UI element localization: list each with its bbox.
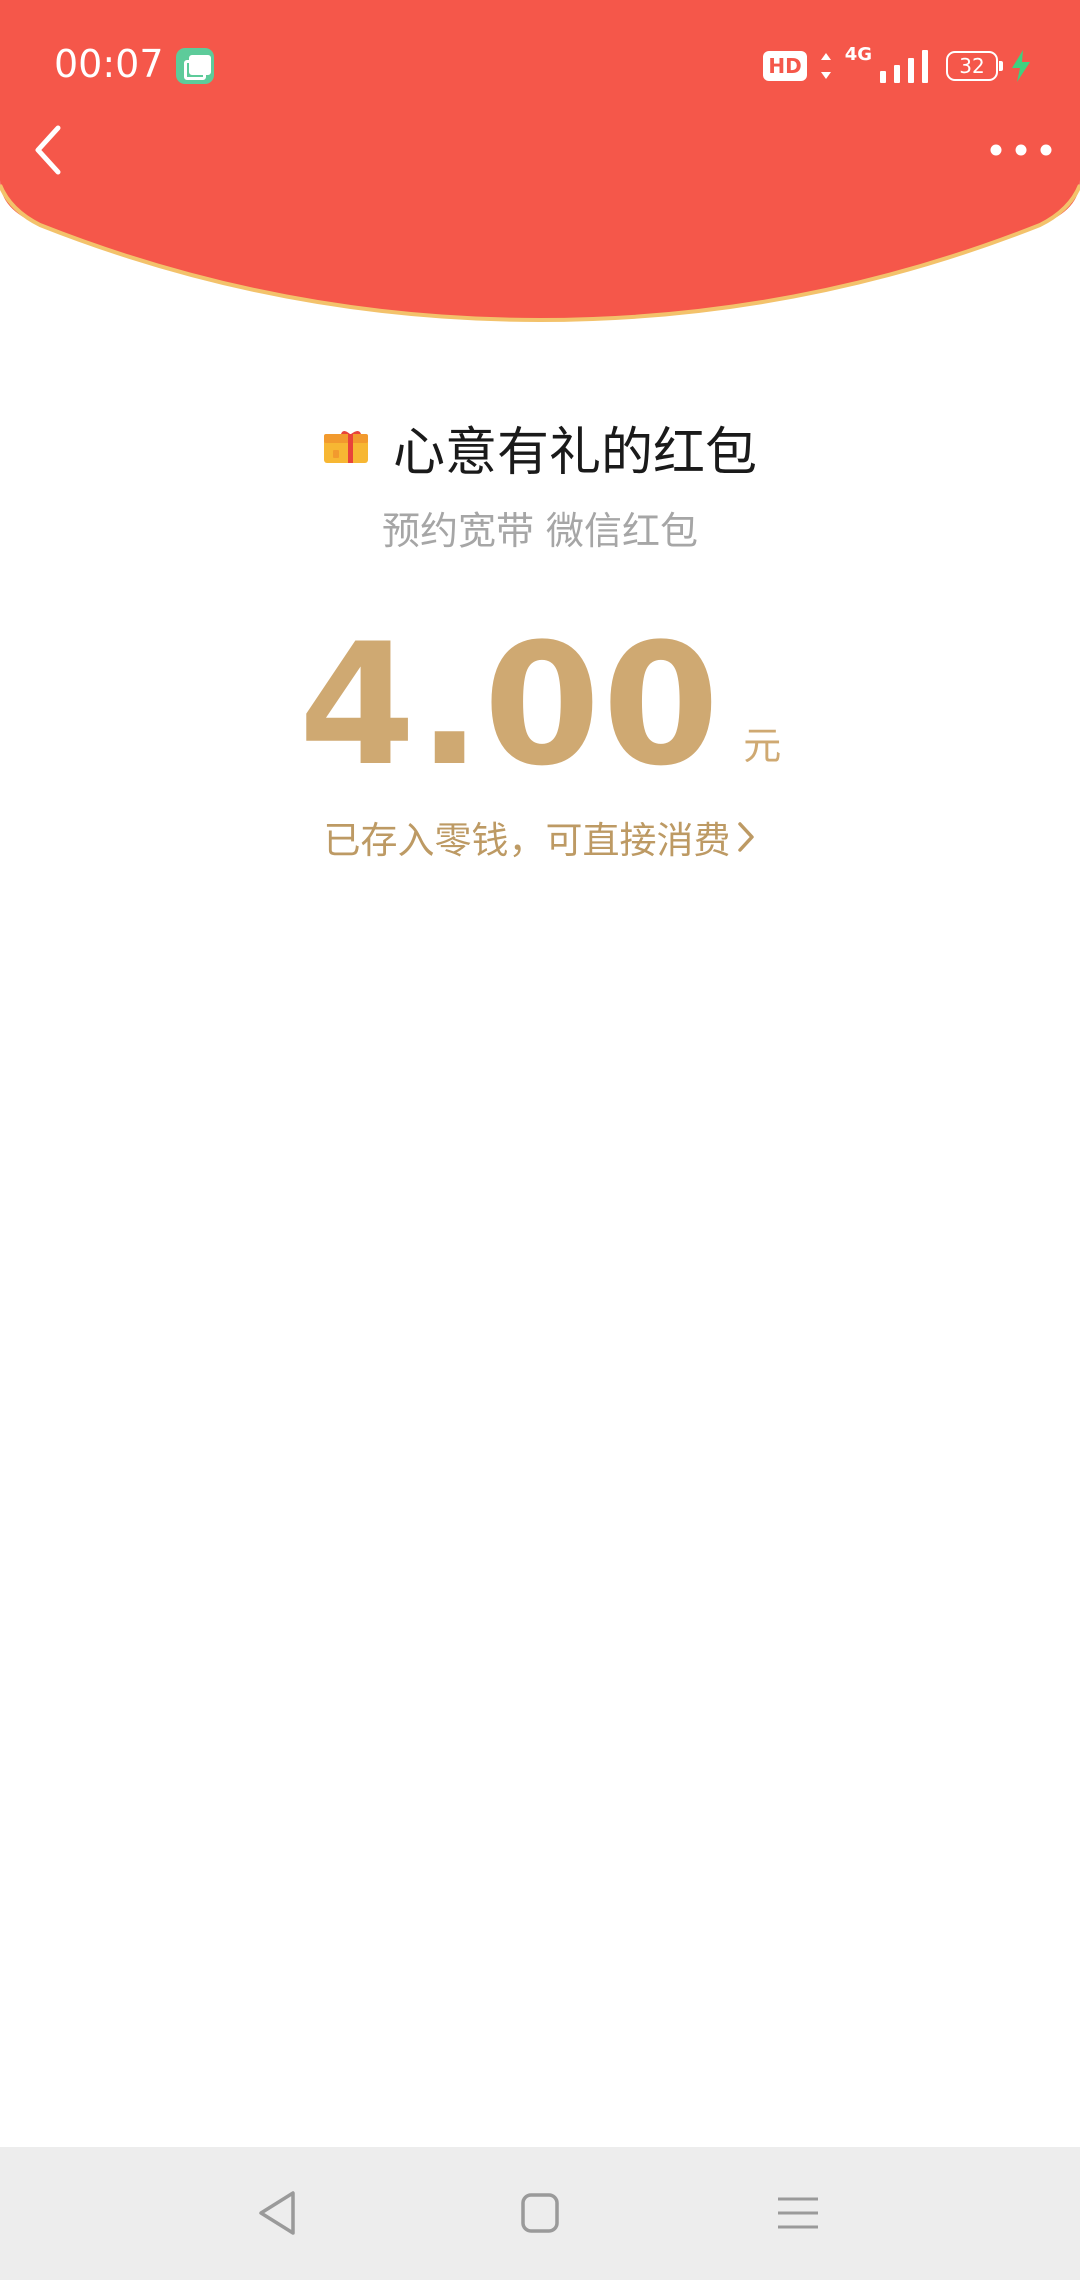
gift-box-icon bbox=[323, 431, 368, 463]
signal-strength-icon bbox=[880, 50, 928, 83]
red-packet-detail-screen: 00:07 HD 4G 32 心意有礼的红包 预约宽带 微信红包 4.00 元 … bbox=[0, 0, 1080, 2280]
change-note-text: 已存入零钱，可直接消费 bbox=[323, 819, 731, 862]
system-nav-bar bbox=[0, 2147, 1080, 2280]
back-button[interactable] bbox=[28, 120, 88, 180]
more-options-button[interactable] bbox=[986, 124, 1056, 176]
change-balance-link[interactable]: 已存入零钱，可直接消费 bbox=[0, 812, 1080, 862]
system-menu-button[interactable] bbox=[766, 2181, 830, 2245]
packet-amount: 4.00 bbox=[298, 607, 722, 803]
status-indicators: HD 4G 32 bbox=[763, 44, 1032, 86]
chevron-right-icon bbox=[737, 822, 754, 852]
status-time: 00:07 bbox=[54, 42, 164, 86]
system-home-button[interactable] bbox=[508, 2181, 572, 2245]
data-arrows-icon bbox=[820, 53, 831, 79]
packet-title: 心意有礼的红包 bbox=[392, 422, 757, 483]
battery-indicator: 32 bbox=[946, 51, 1003, 81]
network-type: 4G bbox=[844, 44, 872, 65]
system-back-button[interactable] bbox=[247, 2181, 311, 2245]
hd-badge: HD bbox=[763, 51, 807, 81]
notification-app-icon bbox=[176, 48, 214, 84]
amount-unit: 元 bbox=[743, 724, 782, 768]
packet-subtitle: 预约宽带 微信红包 bbox=[381, 509, 699, 553]
packet-title-row: 心意有礼的红包 bbox=[0, 412, 1080, 483]
amount-row: 4.00 元 bbox=[0, 620, 1080, 790]
charging-bolt-icon bbox=[1012, 50, 1030, 82]
